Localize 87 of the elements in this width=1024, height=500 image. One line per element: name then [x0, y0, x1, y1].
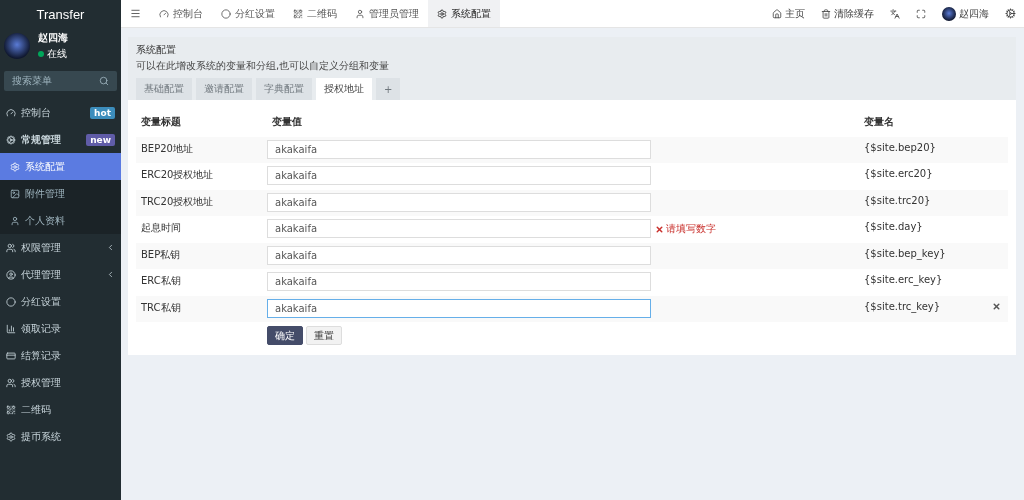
sidebar-item[interactable]: 控制台 hot: [0, 99, 121, 126]
language-icon: [890, 8, 900, 19]
sidebar-item[interactable]: 附件管理: [0, 180, 121, 207]
sidebar-item[interactable]: 权限管理: [0, 234, 121, 261]
sidebar-item[interactable]: 分红设置: [0, 288, 121, 315]
menu-icon: [130, 8, 141, 19]
gauge-icon: [159, 8, 169, 19]
error-icon: [655, 224, 664, 234]
column-header: 变量标题: [140, 115, 182, 129]
config-tab[interactable]: 基础配置: [136, 78, 192, 100]
image-icon: [10, 188, 20, 199]
value-field[interactable]: akakaifa: [267, 272, 651, 291]
close-icon: [992, 301, 1001, 311]
user-icon: [355, 8, 365, 19]
gear-icon: [437, 8, 447, 19]
reset-button[interactable]: 重置: [306, 326, 342, 345]
config-tab[interactable]: 授权地址: [316, 78, 372, 100]
home-link[interactable]: 主页: [764, 0, 813, 27]
variable-title: BEP私钥: [140, 247, 182, 262]
sidebar-item[interactable]: 个人资料: [0, 207, 121, 234]
value-field[interactable]: akakaifa: [267, 139, 651, 159]
settings-icon: [1005, 8, 1016, 19]
variable-name: {$site.erc20}: [863, 167, 934, 181]
variable-name: {$site.erc_key}: [863, 273, 944, 287]
variable-name: {$site.bep_key}: [863, 246, 947, 261]
sidebar-item[interactable]: 系统配置: [0, 153, 121, 180]
variable-title: ERC20授权地址: [140, 168, 215, 182]
variable-name: {$site.bep20}: [863, 140, 937, 155]
value-field[interactable]: akakaifa: [267, 166, 651, 185]
badge: hot: [90, 106, 115, 119]
clear-cache-link[interactable]: 清除缓存: [813, 0, 882, 27]
user-menu[interactable]: 赵四海: [934, 0, 997, 27]
variable-name: {$site.trc_key}: [863, 299, 942, 314]
value-field[interactable]: akakaifa: [267, 192, 651, 212]
variable-title: BEP20地址: [140, 141, 194, 156]
trash-icon: [821, 8, 831, 19]
variable-title: ERC私钥: [140, 274, 182, 288]
submit-button[interactable]: 确定: [267, 326, 303, 345]
brand-title: Transfer: [35, 5, 86, 24]
column-header: 变量值: [271, 115, 303, 129]
sidebar-item[interactable]: 常规管理 new: [0, 126, 121, 153]
nav-tab[interactable]: 系统配置: [428, 0, 500, 27]
variable-title: 起息时间: [140, 221, 182, 235]
sidebar-item[interactable]: 授权管理: [0, 369, 121, 396]
variable-title: TRC私钥: [140, 300, 182, 315]
variable-name: {$site.day}: [863, 220, 924, 234]
error-message: 请填写数字: [653, 219, 859, 239]
fullscreen-icon: [916, 8, 926, 19]
search-field[interactable]: 搜索菜单: [4, 71, 117, 91]
sidebar-item[interactable]: 领取记录: [0, 315, 121, 342]
variable-title: TRC20授权地址: [140, 194, 215, 209]
column-header: 变量名: [863, 115, 895, 129]
value-field[interactable]: akakaifa: [267, 219, 651, 238]
search-icon: [99, 76, 109, 86]
value-field[interactable]: akakaifa: [267, 298, 651, 318]
users-icon: [6, 242, 16, 253]
sidebar-item[interactable]: 代理管理: [0, 261, 121, 288]
card-icon: [6, 350, 16, 361]
bar-chart-icon: [6, 323, 16, 334]
user-icon: [10, 215, 20, 226]
panel-description: 可以在此增改系统的变量和分组,也可以自定义分组和变量: [136, 59, 391, 73]
gear-icon: [10, 161, 20, 172]
circle-icon: [6, 296, 16, 307]
cogs-icon: [6, 134, 16, 145]
gear-icon: [6, 431, 16, 442]
variable-name: {$site.trc20}: [863, 193, 932, 208]
sidebar-item[interactable]: 二维码: [0, 396, 121, 423]
config-tab[interactable]: 邀请配置: [196, 78, 252, 100]
avatar: [942, 6, 956, 21]
chevron-left-icon: [106, 243, 115, 252]
gauge-icon: [6, 107, 16, 118]
badge: new: [86, 133, 115, 146]
sidebar-item[interactable]: 提币系统: [0, 423, 121, 450]
user-circle-icon: [6, 269, 16, 280]
avatar: [4, 33, 30, 59]
sidebar-item[interactable]: 结算记录: [0, 342, 121, 369]
user-status: 在线: [38, 47, 68, 61]
chevron-left-icon: [106, 270, 115, 279]
panel-title: 系统配置: [136, 43, 177, 57]
users-icon: [6, 377, 16, 388]
qr-code-icon: [293, 8, 303, 19]
config-tab[interactable]: 字典配置: [256, 78, 312, 100]
value-field[interactable]: akakaifa: [267, 245, 651, 265]
circle-icon: [221, 8, 231, 19]
user-name: 赵四海: [38, 31, 68, 45]
home-icon: [772, 8, 782, 19]
qr-code-icon: [6, 404, 16, 415]
